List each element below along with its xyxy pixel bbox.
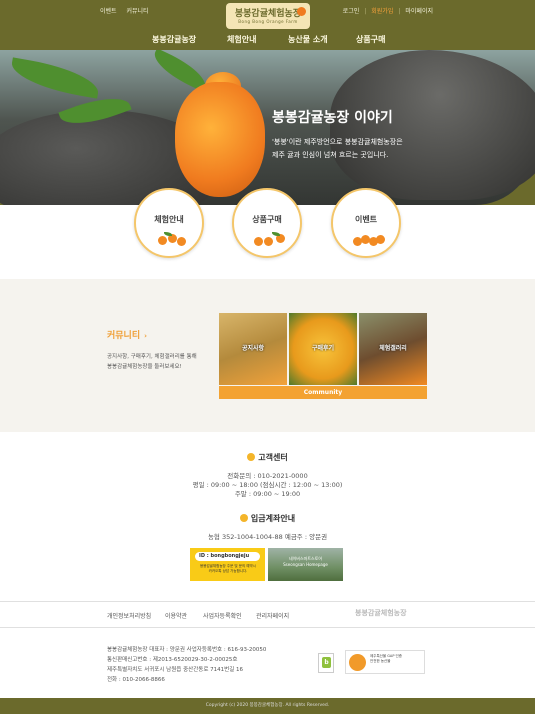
certification-seal-icon xyxy=(349,654,366,671)
kakao-desc: 봉봉감귤체험농장 주문 및 문의 예약시 카카오톡 상담 가능합니다. xyxy=(194,564,262,574)
nav-item-experience[interactable]: 체험안내 xyxy=(227,34,256,45)
photo-label: 공지사항 xyxy=(241,345,265,352)
kakao-id: ID : bongbongjeju xyxy=(195,552,260,561)
deposit-title: 입금계좌안내 xyxy=(0,513,535,524)
footer-link-terms[interactable]: 이용약관 xyxy=(165,611,187,620)
community-title-text: 커뮤니티 xyxy=(107,331,141,341)
quick-link-label: 체험안내 xyxy=(154,215,184,224)
top-link-login[interactable]: 로그인 xyxy=(343,8,360,15)
nav-item-farm[interactable]: 봉봉감귤농장 xyxy=(152,34,196,45)
footer-links: 개인정보처리방침 이용약관 사업자등록확인 관리자페이지 xyxy=(0,601,535,628)
community-bar[interactable]: Community xyxy=(219,386,427,399)
top-link-event[interactable]: 이벤트 xyxy=(100,8,117,15)
certification-badge: b xyxy=(318,653,334,673)
footer-info: 봉봉감귤체험농장 대표자 : 양문권 사업자등록번호 : 616-93-2005… xyxy=(107,645,266,685)
b-icon: b xyxy=(322,657,331,668)
hero-text-line: '봉봉'이란 제주방언으로 봉봉감귤체험농장은 xyxy=(272,138,403,146)
kakao-desc-line: 카카오톡 상담 가능합니다. xyxy=(208,569,248,573)
top-right-links: 로그인 | 회원가입 | 마이페이지 xyxy=(343,6,433,15)
divider: | xyxy=(398,8,401,15)
copyright-bar: Copyright (c) 2020 봉봉감귤체험농장. All rights … xyxy=(0,698,535,714)
quick-link-event[interactable]: 이벤트 xyxy=(331,188,401,258)
weekend-hours: 주말 : 09:00 ~ 19:00 xyxy=(234,490,301,498)
nav-item-produce[interactable]: 농산물 소개 xyxy=(288,34,328,45)
community-description: 공지사항, 구매후기, 체험갤러리를 통해 봉봉감귤체험농장을 둘러보세요! xyxy=(107,352,197,372)
nav-item-shop[interactable]: 상품구매 xyxy=(356,34,385,45)
photo-label: 구매후기 xyxy=(311,345,335,352)
top-link-signup[interactable]: 회원가입 xyxy=(371,8,393,15)
hero-background: 봉봉감귤농장 이야기 '봉봉'이란 제주방언으로 봉봉감귤체험농장은 제주 귤과… xyxy=(0,50,535,205)
store-text: 네이버스마트스토어 Sseongsan Homepage xyxy=(268,556,343,568)
hero-text: '봉봉'이란 제주방언으로 봉봉감귤체험농장은 제주 귤과 인심이 넘쳐 흐르는… xyxy=(272,136,403,162)
footer-info-line: 봉봉감귤체험농장 대표자 : 양문권 사업자등록번호 : 616-93-2005… xyxy=(107,647,267,653)
footer-info-line: 제주특별자치도 서귀포시 남원읍 중산간동로 7141번길 16 xyxy=(107,667,243,673)
tangerine-illustration-icon xyxy=(154,232,188,246)
sun-icon xyxy=(239,514,248,522)
top-header: 이벤트 커뮤니티 로그인 | 회원가입 | 마이페이지 봉봉감귤체험농장 Bong Bo… xyxy=(0,0,535,50)
footer-logo: 봉봉감귤체험농장 xyxy=(355,609,407,617)
quick-link-label: 상품구매 xyxy=(252,215,282,224)
photo-label: 체험갤러리 xyxy=(379,345,407,352)
footer-info-line: 전화 : 010-2066-8866 xyxy=(107,677,165,683)
logo-subtext: Bong Bong Orange Farm xyxy=(238,19,298,24)
certification-text-line: 안전한 농산물 xyxy=(370,659,391,663)
orange-icon xyxy=(297,7,306,16)
sun-icon xyxy=(247,453,256,461)
account-info: 농협 352-1004-1004-88 예금주 : 양문권 xyxy=(207,533,328,541)
orange-image xyxy=(175,82,265,197)
store-text-line: Sseongsan Homepage xyxy=(283,562,328,567)
hero-text-line: 제주 귤과 인심이 넘쳐 흐르는 곳입니다. xyxy=(272,151,389,159)
quick-link-experience[interactable]: 체험안내 xyxy=(134,188,204,258)
community-desc-line: 공지사항, 구매후기, 체험갤러리를 통해 xyxy=(107,354,197,360)
top-link-mypage[interactable]: 마이페이지 xyxy=(405,8,433,15)
hero-banner: 봉봉감귤농장 이야기 '봉봉'이란 제주방언으로 봉봉감귤체험농장은 제주 귤과… xyxy=(0,50,535,205)
footer-link-business[interactable]: 사업자등록확인 xyxy=(203,611,242,620)
gap-certification-badge: 제주특산물 GAP 인증 안전한 농산물 xyxy=(345,650,425,674)
photo-notice[interactable]: 공지사항 xyxy=(219,313,287,385)
community-title[interactable]: 커뮤니티 › xyxy=(107,328,147,341)
leaf-image xyxy=(8,57,102,99)
tangerine-illustration-icon xyxy=(351,232,385,246)
divider: | xyxy=(364,8,367,15)
chevron-right-icon: › xyxy=(144,332,148,340)
store-banner[interactable]: 네이버스마트스토어 Sseongsan Homepage xyxy=(268,548,343,581)
tangerine-illustration-icon xyxy=(252,232,286,246)
site-logo[interactable]: 봉봉감귤체험농장 Bong Bong Orange Farm xyxy=(226,3,310,29)
customer-center-title: 고객센터 xyxy=(0,452,535,463)
footer-link-privacy[interactable]: 개인정보처리방침 xyxy=(107,611,151,620)
community-desc-line: 봉봉감귤체험농장을 둘러보세요! xyxy=(107,364,182,370)
quick-link-shop[interactable]: 상품구매 xyxy=(232,188,302,258)
photo-gallery[interactable]: 체험갤러리 xyxy=(359,313,427,385)
top-link-community[interactable]: 커뮤니티 xyxy=(126,8,148,15)
photo-review[interactable]: 구매후기 xyxy=(289,313,357,385)
top-left-links: 이벤트 커뮤니티 xyxy=(100,6,157,15)
kakao-banner[interactable]: ID : bongbongjeju 봉봉감귤체험농장 주문 및 문의 예약시 카… xyxy=(190,548,265,581)
customer-center-title-text: 고객센터 xyxy=(258,453,288,462)
footer-link-admin[interactable]: 관리자페이지 xyxy=(256,611,289,620)
deposit-title-text: 입금계좌안내 xyxy=(250,514,296,523)
quick-link-label: 이벤트 xyxy=(354,215,378,224)
hero-title: 봉봉감귤농장 이야기 xyxy=(272,110,393,126)
certification-text: 제주특산물 GAP 인증 안전한 농산물 xyxy=(370,654,402,664)
footer-info-line: 통신판매신고번호 : 제2013-6520029-30-2-00025호 xyxy=(107,657,238,663)
